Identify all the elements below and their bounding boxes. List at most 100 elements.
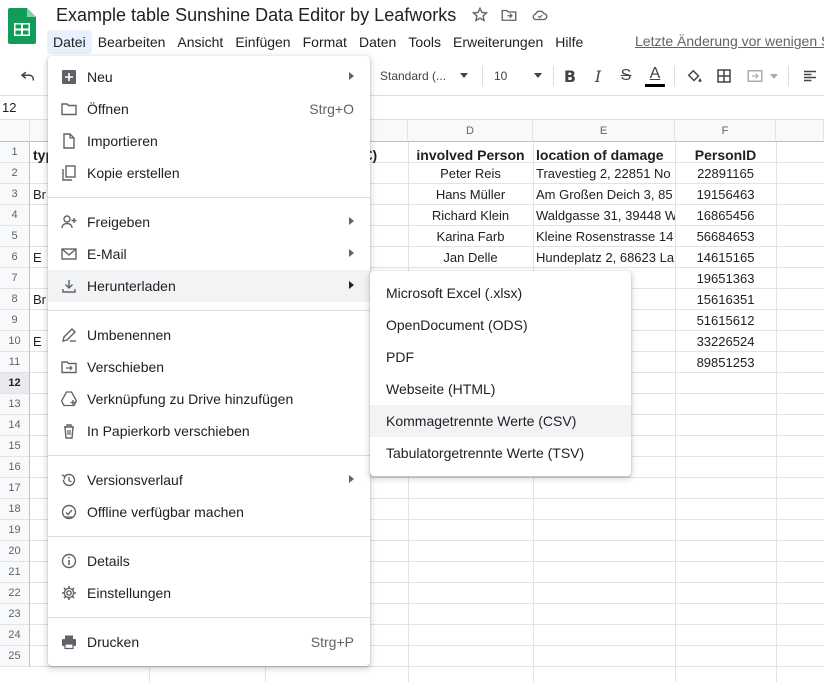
table-cell-person-id[interactable]: 19156463 [675,184,776,205]
table-cell-person-id[interactable]: 33226524 [675,331,776,352]
row-header[interactable]: 1 [0,142,30,163]
document-title[interactable]: Example table Sunshine Data Editor by Le… [56,5,456,26]
text-color-button[interactable]: A [643,56,667,96]
table-cell-person[interactable]: Richard Klein [408,205,533,226]
row-header[interactable]: 11 [0,352,30,373]
select-all-corner[interactable] [0,120,30,142]
table-cell-person-id[interactable]: 14615165 [675,247,776,268]
row-header[interactable]: 14 [0,415,30,436]
menu-item-importieren[interactable]: Importieren [48,125,370,157]
table-cell-person[interactable]: Jan Delle [408,247,533,268]
download-xlsx[interactable]: Microsoft Excel (.xlsx) [370,277,631,309]
table-cell-location[interactable]: Am Großen Deich 3, 85 [533,184,675,205]
table-cell-location[interactable]: Kleine Rosenstrasse 14 [533,226,675,247]
col-header-g[interactable] [776,120,824,142]
sheets-logo-icon[interactable] [8,8,36,44]
table-cell-person-id[interactable]: 89851253 [675,352,776,373]
menu-item-einstellungen[interactable]: Einstellungen [48,577,370,609]
download-ods[interactable]: OpenDocument (ODS) [370,309,631,341]
row-header[interactable]: 10 [0,331,30,352]
menu-item-oeffnen[interactable]: Öffnen Strg+O [48,93,370,125]
download-tsv[interactable]: Tabulatorgetrennte Werte (TSV) [370,437,631,469]
cloud-saved-icon[interactable] [531,6,549,24]
menu-item-drucken[interactable]: Drucken Strg+P [48,626,370,658]
col-header-d[interactable]: D [408,120,533,142]
menu-item-offline[interactable]: Offline verfügbar machen [48,496,370,528]
bold-button[interactable]: B [559,56,581,96]
menu-ansicht[interactable]: Ansicht [171,30,229,54]
undo-button[interactable] [14,56,42,96]
row-header[interactable]: 18 [0,499,30,520]
borders-button[interactable] [712,56,736,96]
table-cell-person-id[interactable]: 51615612 [675,310,776,331]
row-header[interactable]: 5 [0,226,30,247]
row-header[interactable]: 25 [0,646,30,667]
table-cell-location[interactable]: Waldgasse 31, 39448 W [533,205,675,226]
menu-daten[interactable]: Daten [353,30,402,54]
row-header[interactable]: 17 [0,478,30,499]
table-cell-person-id[interactable]: 16865456 [675,205,776,226]
menu-format[interactable]: Format [297,30,353,54]
table-cell-person-id[interactable]: 56684653 [675,226,776,247]
fill-color-button[interactable] [682,56,706,96]
menu-item-verschieben[interactable]: Verschieben [48,351,370,383]
row-header[interactable]: 3 [0,184,30,205]
table-cell-person[interactable]: Karina Farb [408,226,533,247]
menu-erweiterungen[interactable]: Erweiterungen [447,30,549,54]
col-header-f[interactable]: F [675,120,776,142]
row-header[interactable]: 13 [0,394,30,415]
menu-einfuegen[interactable]: Einfügen [229,30,296,54]
menu-item-papierkorb[interactable]: In Papierkorb verschieben [48,415,370,447]
star-icon[interactable] [471,6,489,24]
menu-tools[interactable]: Tools [402,30,447,54]
download-html[interactable]: Webseite (HTML) [370,373,631,405]
table-cell-person-id[interactable]: 22891165 [675,163,776,184]
align-button[interactable] [796,56,824,96]
move-to-folder-icon[interactable] [500,6,518,24]
row-header[interactable]: 4 [0,205,30,226]
menu-item-umbenennen[interactable]: Umbenennen [48,319,370,351]
menu-datei[interactable]: Datei [47,30,92,54]
menu-item-neu[interactable]: Neu [48,61,370,93]
table-cell-location[interactable]: Hundeplatz 2, 68623 La [533,247,675,268]
row-header[interactable]: 9 [0,310,30,331]
table-cell-location[interactable]: Travestieg 2, 22851 No [533,163,675,184]
row-header[interactable]: 8 [0,289,30,310]
italic-button[interactable]: I [587,56,609,96]
last-edit-link[interactable]: Letzte Änderung vor wenigen S [635,33,824,49]
table-cell-person[interactable]: Peter Reis [408,163,533,184]
table-cell-person-id[interactable]: 19651363 [675,268,776,289]
menu-item-freigeben[interactable]: Freigeben [48,206,370,238]
row-header[interactable]: 15 [0,436,30,457]
row-header[interactable]: 12 [0,373,30,394]
row-header[interactable]: 22 [0,583,30,604]
menu-hilfe[interactable]: Hilfe [549,30,589,54]
col-header-e[interactable]: E [533,120,675,142]
font-size-select[interactable]: 10 [490,56,548,96]
table-cell-person[interactable]: Hans Müller [408,184,533,205]
merge-cells-button[interactable] [742,56,782,96]
menu-item-versionsverlauf[interactable]: Versionsverlauf [48,464,370,496]
row-header[interactable]: 21 [0,562,30,583]
download-pdf[interactable]: PDF [370,341,631,373]
row-header[interactable]: 2 [0,163,30,184]
table-cell-person-id[interactable]: 15616351 [675,289,776,310]
menu-item-herunterladen[interactable]: Herunterladen [48,270,370,302]
menu-item-kopie-erstellen[interactable]: Kopie erstellen [48,157,370,189]
download-csv[interactable]: Kommagetrennte Werte (CSV) [370,405,631,437]
name-box[interactable]: 12 [2,100,16,115]
row-header[interactable]: 20 [0,541,30,562]
menu-item-email[interactable]: E-Mail [48,238,370,270]
row-header[interactable]: 24 [0,625,30,646]
row-header[interactable]: 16 [0,457,30,478]
row-header[interactable]: 6 [0,247,30,268]
row-header[interactable]: 19 [0,520,30,541]
row-header[interactable]: 7 [0,268,30,289]
row-header[interactable]: 23 [0,604,30,625]
font-family-select[interactable]: Standard (... [380,56,472,96]
borders-icon [717,69,731,83]
menu-item-details[interactable]: Details [48,545,370,577]
menu-bearbeiten[interactable]: Bearbeiten [92,30,172,54]
menu-item-drive-shortcut[interactable]: Verknüpfung zu Drive hinzufügen [48,383,370,415]
strikethrough-button[interactable]: S [615,56,637,96]
